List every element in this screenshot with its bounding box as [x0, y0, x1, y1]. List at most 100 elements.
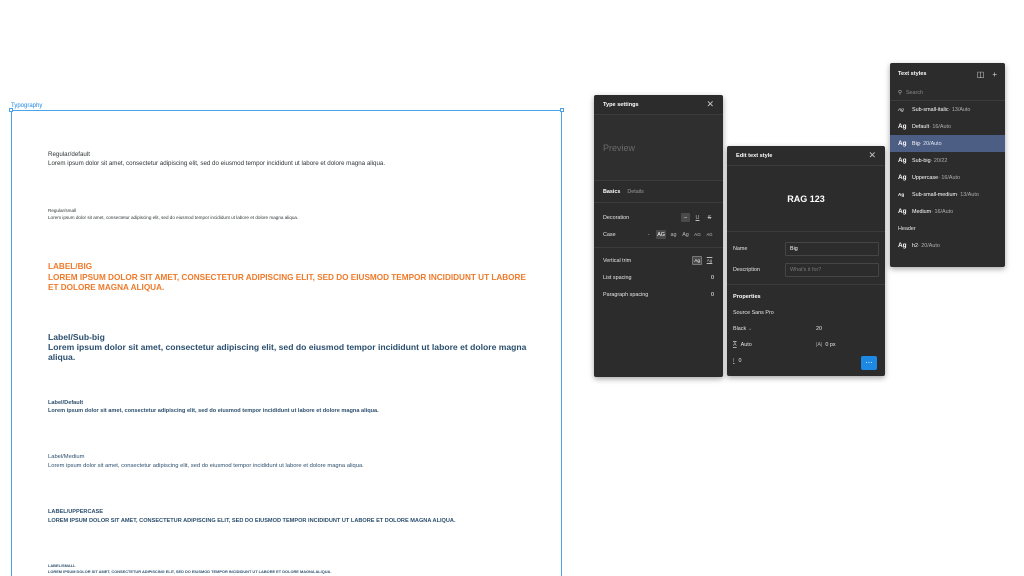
decoration-label: Decoration [603, 214, 630, 221]
font-family-value[interactable]: Source Sans Pro [733, 310, 774, 316]
style-sample: Ag [898, 157, 907, 164]
style-name: Big [912, 140, 920, 147]
style-name: Uppercase [912, 174, 939, 181]
sample-label-big: LABEL/BIG LOREM IPSUM DOLOR SIT AMET, CO… [48, 262, 528, 294]
style-item-default[interactable]: Ag Default · 16/Auto [890, 118, 1005, 135]
letter-spacing-field[interactable]: |A| 0 px [816, 342, 836, 348]
case-small-caps-button[interactable]: AG [693, 230, 702, 239]
decoration-row: Decoration – U S [594, 209, 723, 226]
case-row: Case - AG ag Ag AG AG [594, 226, 723, 243]
style-name: Sub-small-medium [912, 191, 957, 198]
search-input[interactable]: Search [906, 90, 923, 96]
style-item-sub-big[interactable]: Ag Sub-big · 20/22 [890, 152, 1005, 169]
sample-label-default: Label/Default Lorem ipsum dolor sit amet… [48, 399, 528, 415]
line-height-icon: A [733, 342, 737, 348]
style-item-medium[interactable]: Ag Medium · 16/Auto [890, 203, 1005, 220]
preview-area: Preview [594, 115, 723, 181]
ellipsis-icon: ⋯ [865, 360, 873, 367]
strikethrough-icon[interactable]: S [705, 213, 714, 222]
sample-name: Regular/default [48, 151, 90, 158]
properties-title: Properties [733, 294, 761, 300]
sample-text: LOREM IPSUM DOLOR SIT AMET, CONSECTETUR … [48, 272, 526, 293]
style-sample: Ag [898, 107, 904, 112]
case-none-button[interactable]: - [644, 230, 653, 239]
sample-text: LOREM IPSUM DOLOR SIT AMET, CONSECTETUR … [48, 568, 332, 574]
case-title-button[interactable]: Ag [681, 230, 690, 239]
description-label: Description [733, 266, 760, 273]
style-size: · 13/Auto [948, 106, 971, 113]
frame-label[interactable]: Typography [11, 103, 42, 109]
letter-spacing-icon: |A| [816, 342, 823, 348]
underline-icon[interactable]: U [693, 213, 702, 222]
sample-text: Lorem ipsum dolor sit amet, consectetur … [48, 462, 364, 469]
style-name: Default [912, 123, 930, 130]
sample-regular-default: Regular/default Lorem ipsum dolor sit am… [48, 150, 528, 168]
resize-handle-top-right[interactable] [560, 108, 564, 112]
font-weight-size-row: Black ⌄ 20 [727, 321, 885, 337]
case-small-caps-forced-button[interactable]: AG [705, 230, 714, 239]
paragraph-spacing-label: Paragraph spacing [603, 291, 649, 298]
font-weight-select[interactable]: Black ⌄ [733, 326, 816, 332]
sample-label-small: LABEL/SMALL LOREM IPSUM DOLOR SIT AMET, … [48, 563, 528, 574]
style-item-uppercase[interactable]: Ag Uppercase · 16/Auto [890, 169, 1005, 186]
decoration-none-icon[interactable]: – [681, 213, 690, 222]
style-item-sub-small-medium[interactable]: Ag Sub-small-medium · 13/Auto [890, 186, 1005, 203]
style-item-h2[interactable]: Ag h2 · 20/Auto [890, 237, 1005, 254]
chevron-down-icon: ⌄ [747, 326, 753, 332]
sample-label-sub-big: Label/Sub-big Lorem ipsum dolor sit amet… [48, 332, 528, 362]
vertical-trim-row: Vertical trim Ag Ag [594, 252, 723, 269]
style-name: Medium [912, 208, 932, 215]
sample-label-medium: Label/Medium Lorem ipsum dolor sit amet,… [48, 453, 528, 470]
style-sample: Ag [898, 192, 905, 197]
case-upper-button[interactable]: AG [656, 230, 666, 239]
style-group-header[interactable]: Header [890, 220, 1005, 237]
style-sample: Ag [898, 174, 907, 181]
style-name: Sub-small-italic [912, 106, 949, 113]
font-family-row[interactable]: Source Sans Pro [727, 305, 885, 321]
vertical-trim-cap-icon[interactable]: Ag [705, 256, 714, 265]
sample-text: Lorem ipsum dolor sit amet, consectetur … [48, 160, 386, 167]
paragraph-spacing-input[interactable]: 0 [711, 292, 714, 298]
tab-basics[interactable]: Basics [603, 189, 620, 195]
name-label: Name [733, 245, 748, 252]
panel-title: Edit text style [736, 152, 773, 159]
tab-details[interactable]: Details [627, 189, 643, 195]
style-name: Sub-big [912, 157, 931, 164]
style-item-big[interactable]: Ag Big · 20/Auto [890, 135, 1005, 152]
name-row: Name Big [727, 238, 885, 259]
list-spacing-input[interactable]: 0 [711, 275, 714, 281]
sample-text: Lorem ipsum dolor sit amet, consectetur … [48, 214, 299, 220]
font-size-input[interactable]: 20 [816, 326, 822, 332]
more-options-button[interactable]: ⋯ [861, 356, 877, 370]
vertical-trim-standard-icon[interactable]: Ag [692, 256, 702, 265]
list-spacing-label: List spacing [603, 274, 632, 281]
case-lower-button[interactable]: ag [669, 230, 678, 239]
typography-frame[interactable]: Regular/default Lorem ipsum dolor sit am… [9, 108, 564, 576]
style-preview: RAG 123 [727, 166, 885, 232]
search-field[interactable]: ⚲ Search [890, 85, 1005, 101]
style-size: · 20/22 [930, 157, 948, 164]
panel-title: Text styles [898, 71, 927, 77]
style-size: · 16/Auto [929, 123, 951, 130]
line-height-field[interactable]: A Auto [733, 342, 816, 348]
name-input[interactable]: Big [785, 241, 879, 256]
style-size: · 20/Auto [918, 242, 940, 249]
paragraph-spacing-field[interactable]: I0 [733, 358, 742, 364]
style-size: · 16/Auto [931, 208, 954, 215]
style-item-sub-small-italic[interactable]: Ag Sub-small-italic · 13/Auto [890, 101, 1005, 118]
close-icon[interactable]: ✕ [868, 151, 876, 160]
text-styles-header: Text styles ◫ + [890, 63, 1005, 85]
description-input[interactable]: What's it for? [785, 262, 879, 277]
list-spacing-row: List spacing 0 [594, 269, 723, 286]
type-settings-header: Type settings ✕ [594, 95, 723, 115]
sample-name: Label/Sub-big [48, 332, 105, 342]
line-letter-spacing-row: A Auto |A| 0 px [727, 337, 885, 353]
resize-handle-top-left[interactable] [9, 108, 13, 112]
sample-name: Label/Medium [48, 454, 85, 460]
library-book-icon[interactable]: ◫ [977, 70, 985, 79]
sample-text: Lorem ipsum dolor sit amet, consectetur … [48, 408, 379, 414]
edit-text-style-panel: Edit text style ✕ RAG 123 Name Big Descr… [727, 146, 885, 376]
close-icon[interactable]: ✕ [706, 100, 714, 109]
add-style-icon[interactable]: + [992, 70, 997, 79]
paragraph-spacing-icon: I [733, 358, 735, 364]
